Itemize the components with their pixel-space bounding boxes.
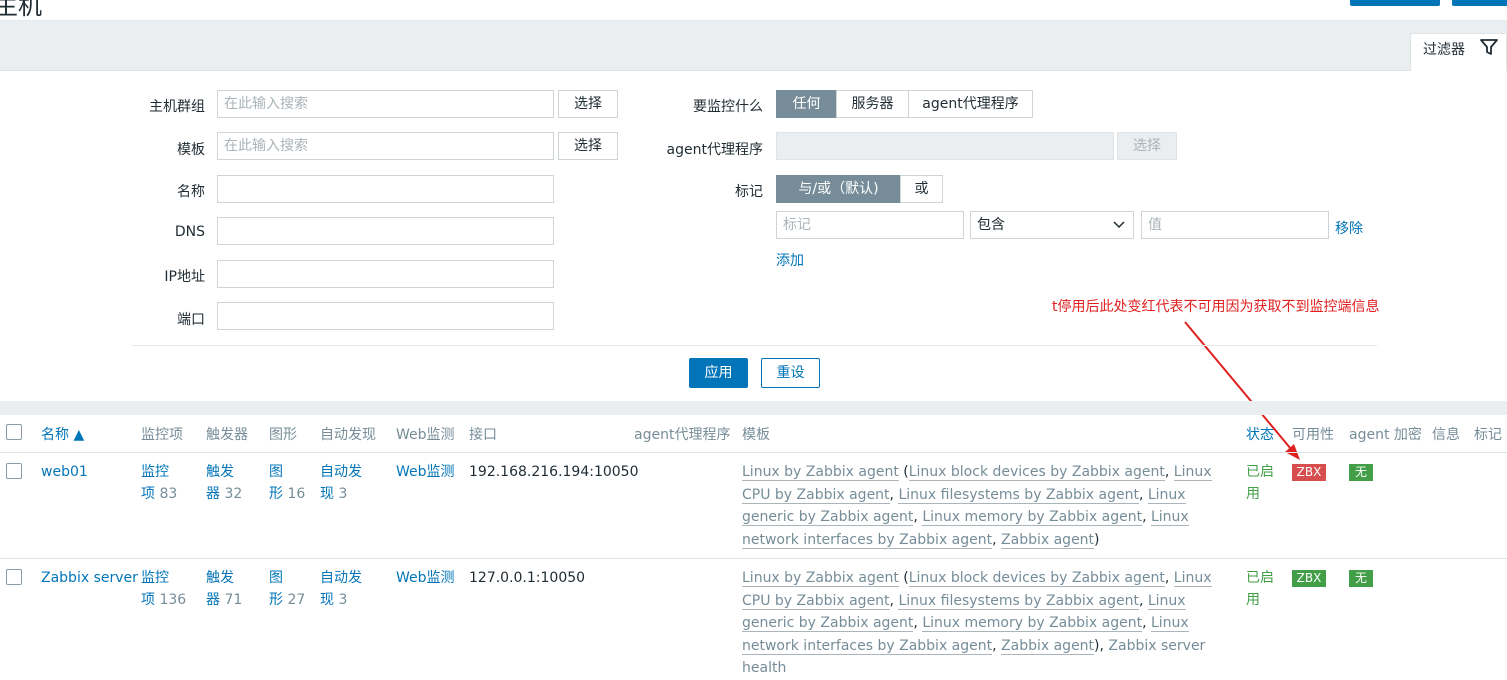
funnel-icon[interactable] (1480, 38, 1498, 56)
page-header (0, 0, 1507, 21)
column-templates: 模板 (742, 427, 770, 443)
row-checkbox[interactable] (6, 463, 22, 479)
template-link[interactable]: Linux filesystems by Zabbix agent (898, 592, 1139, 610)
column-graphs: 图形 (269, 427, 297, 443)
monitored-by-proxy[interactable]: agent代理程序 (908, 90, 1033, 118)
template-link[interactable]: Linux by Zabbix agent (742, 464, 899, 481)
monitored-by-label: 要监控什么 (693, 99, 763, 115)
template-link[interactable]: Linux block devices by Zabbix agent (908, 464, 1165, 481)
template-link[interactable]: Linux block devices by Zabbix agent (908, 570, 1165, 587)
web-link[interactable]: Web监测 (396, 567, 455, 589)
name-input[interactable] (217, 175, 554, 203)
annotation-text: t停用后此处变红代表不可用因为获取不到监控端信息 (1052, 299, 1380, 315)
name-label: 名称 (177, 184, 205, 200)
tags-and-or[interactable]: 与/或（默认) (776, 175, 901, 203)
zbx-availability-badge: ZBX (1292, 570, 1326, 587)
web-link[interactable]: Web监测 (396, 461, 455, 483)
host-name-link[interactable]: web01 (41, 461, 88, 483)
status-toggle[interactable]: 已启用 (1246, 567, 1286, 611)
tag-add-link[interactable]: 添加 (776, 250, 804, 270)
port-input[interactable] (217, 302, 554, 330)
tag-remove-link[interactable]: 移除 (1335, 218, 1363, 238)
import-button[interactable] (1452, 0, 1507, 6)
template-link[interactable]: Linux memory by Zabbix agent (922, 509, 1143, 526)
tags-label: 标记 (735, 184, 763, 200)
page-title: 主机 (0, 0, 42, 20)
proxy-input (776, 132, 1114, 160)
section-band (0, 401, 1507, 415)
reset-button[interactable]: 重设 (761, 358, 820, 388)
items-link[interactable]: 监控 项 83 (141, 461, 201, 505)
column-items: 监控项 (141, 427, 183, 443)
host-name-link[interactable]: Zabbix server (41, 567, 138, 589)
column-interface: 接口 (469, 427, 497, 443)
host-group-select-button[interactable]: 选择 (558, 90, 618, 118)
monitored-by-any[interactable]: 任何 (776, 90, 837, 118)
column-status[interactable]: 状态 (1246, 424, 1274, 444)
triggers-link[interactable]: 触发 器 32 (206, 461, 266, 505)
column-web: Web监测 (396, 427, 455, 443)
interface-value: 127.0.0.1:10050 (469, 570, 586, 586)
host-group-label: 主机群组 (149, 99, 205, 115)
interface-value: 192.168.216.194:10050 (469, 464, 639, 480)
column-discovery: 自动发现 (320, 427, 376, 443)
host-group-input[interactable] (217, 90, 554, 118)
column-encryption: agent 加密 (1349, 427, 1422, 443)
status-toggle[interactable]: 已启用 (1246, 461, 1286, 505)
column-info: 信息 (1432, 427, 1460, 443)
chevron-down-icon (1113, 221, 1125, 229)
ip-label: IP地址 (164, 269, 205, 285)
templates-list: Linux by Zabbix agent (Linux block devic… (742, 570, 1212, 676)
dns-label: DNS (174, 224, 205, 240)
discovery-link[interactable]: 自动发 现 3 (320, 461, 390, 505)
graphs-link[interactable]: 图 形 27 (269, 567, 319, 611)
template-link[interactable]: Linux by Zabbix agent (742, 570, 899, 587)
template-link[interactable]: Linux memory by Zabbix agent (922, 615, 1143, 632)
filter-strip (0, 21, 1507, 71)
discovery-link[interactable]: 自动发 现 3 (320, 567, 390, 611)
monitored-by-server[interactable]: 服务器 (836, 90, 909, 118)
select-all-checkbox[interactable] (6, 424, 22, 440)
template-link[interactable]: Zabbix agent (1001, 531, 1095, 549)
template-link[interactable]: Linux filesystems by Zabbix agent (898, 486, 1139, 504)
filter-divider (132, 345, 1377, 346)
template-select-button[interactable]: 选择 (558, 132, 618, 160)
row-checkbox[interactable] (6, 569, 22, 585)
zbx-availability-badge: ZBX (1292, 464, 1326, 481)
create-host-button[interactable] (1350, 0, 1440, 6)
tag-name-input[interactable] (776, 211, 964, 239)
column-name[interactable]: 名称 ▲ (41, 424, 84, 444)
tags-or[interactable]: 或 (900, 175, 943, 203)
template-link[interactable]: Zabbix agent (1001, 637, 1095, 655)
proxy-label: agent代理程序 (666, 142, 763, 158)
column-tags: 标记 (1474, 427, 1502, 443)
table-row: web01 监控 项 83 触发 器 32 图 形 16 自动发 现 3 Web… (0, 453, 1507, 558)
templates-list: Linux by Zabbix agent (Linux block devic… (742, 464, 1212, 549)
graphs-link[interactable]: 图 形 16 (269, 461, 319, 505)
table-row: Zabbix server 监控 项 136 触发 器 71 图 形 27 自动… (0, 559, 1507, 676)
encryption-badge: 无 (1349, 464, 1373, 481)
apply-button[interactable]: 应用 (689, 358, 748, 388)
template-label: 模板 (177, 142, 205, 158)
tag-operator-value: 包含 (977, 217, 1005, 233)
proxy-select-button: 选择 (1117, 132, 1177, 160)
encryption-badge: 无 (1349, 570, 1373, 587)
items-link[interactable]: 监控 项 136 (141, 567, 201, 611)
template-input[interactable] (217, 132, 554, 160)
dns-input[interactable] (217, 217, 554, 245)
filter-tab-label: 过滤器 (1423, 42, 1465, 58)
column-availability: 可用性 (1292, 427, 1334, 443)
tag-value-input[interactable] (1141, 211, 1329, 239)
port-label: 端口 (177, 312, 205, 328)
ip-input[interactable] (217, 260, 554, 288)
column-proxy: agent代理程序 (634, 427, 731, 443)
tag-operator-select[interactable]: 包含 (970, 211, 1134, 239)
column-triggers: 触发器 (206, 427, 248, 443)
triggers-link[interactable]: 触发 器 71 (206, 567, 266, 611)
